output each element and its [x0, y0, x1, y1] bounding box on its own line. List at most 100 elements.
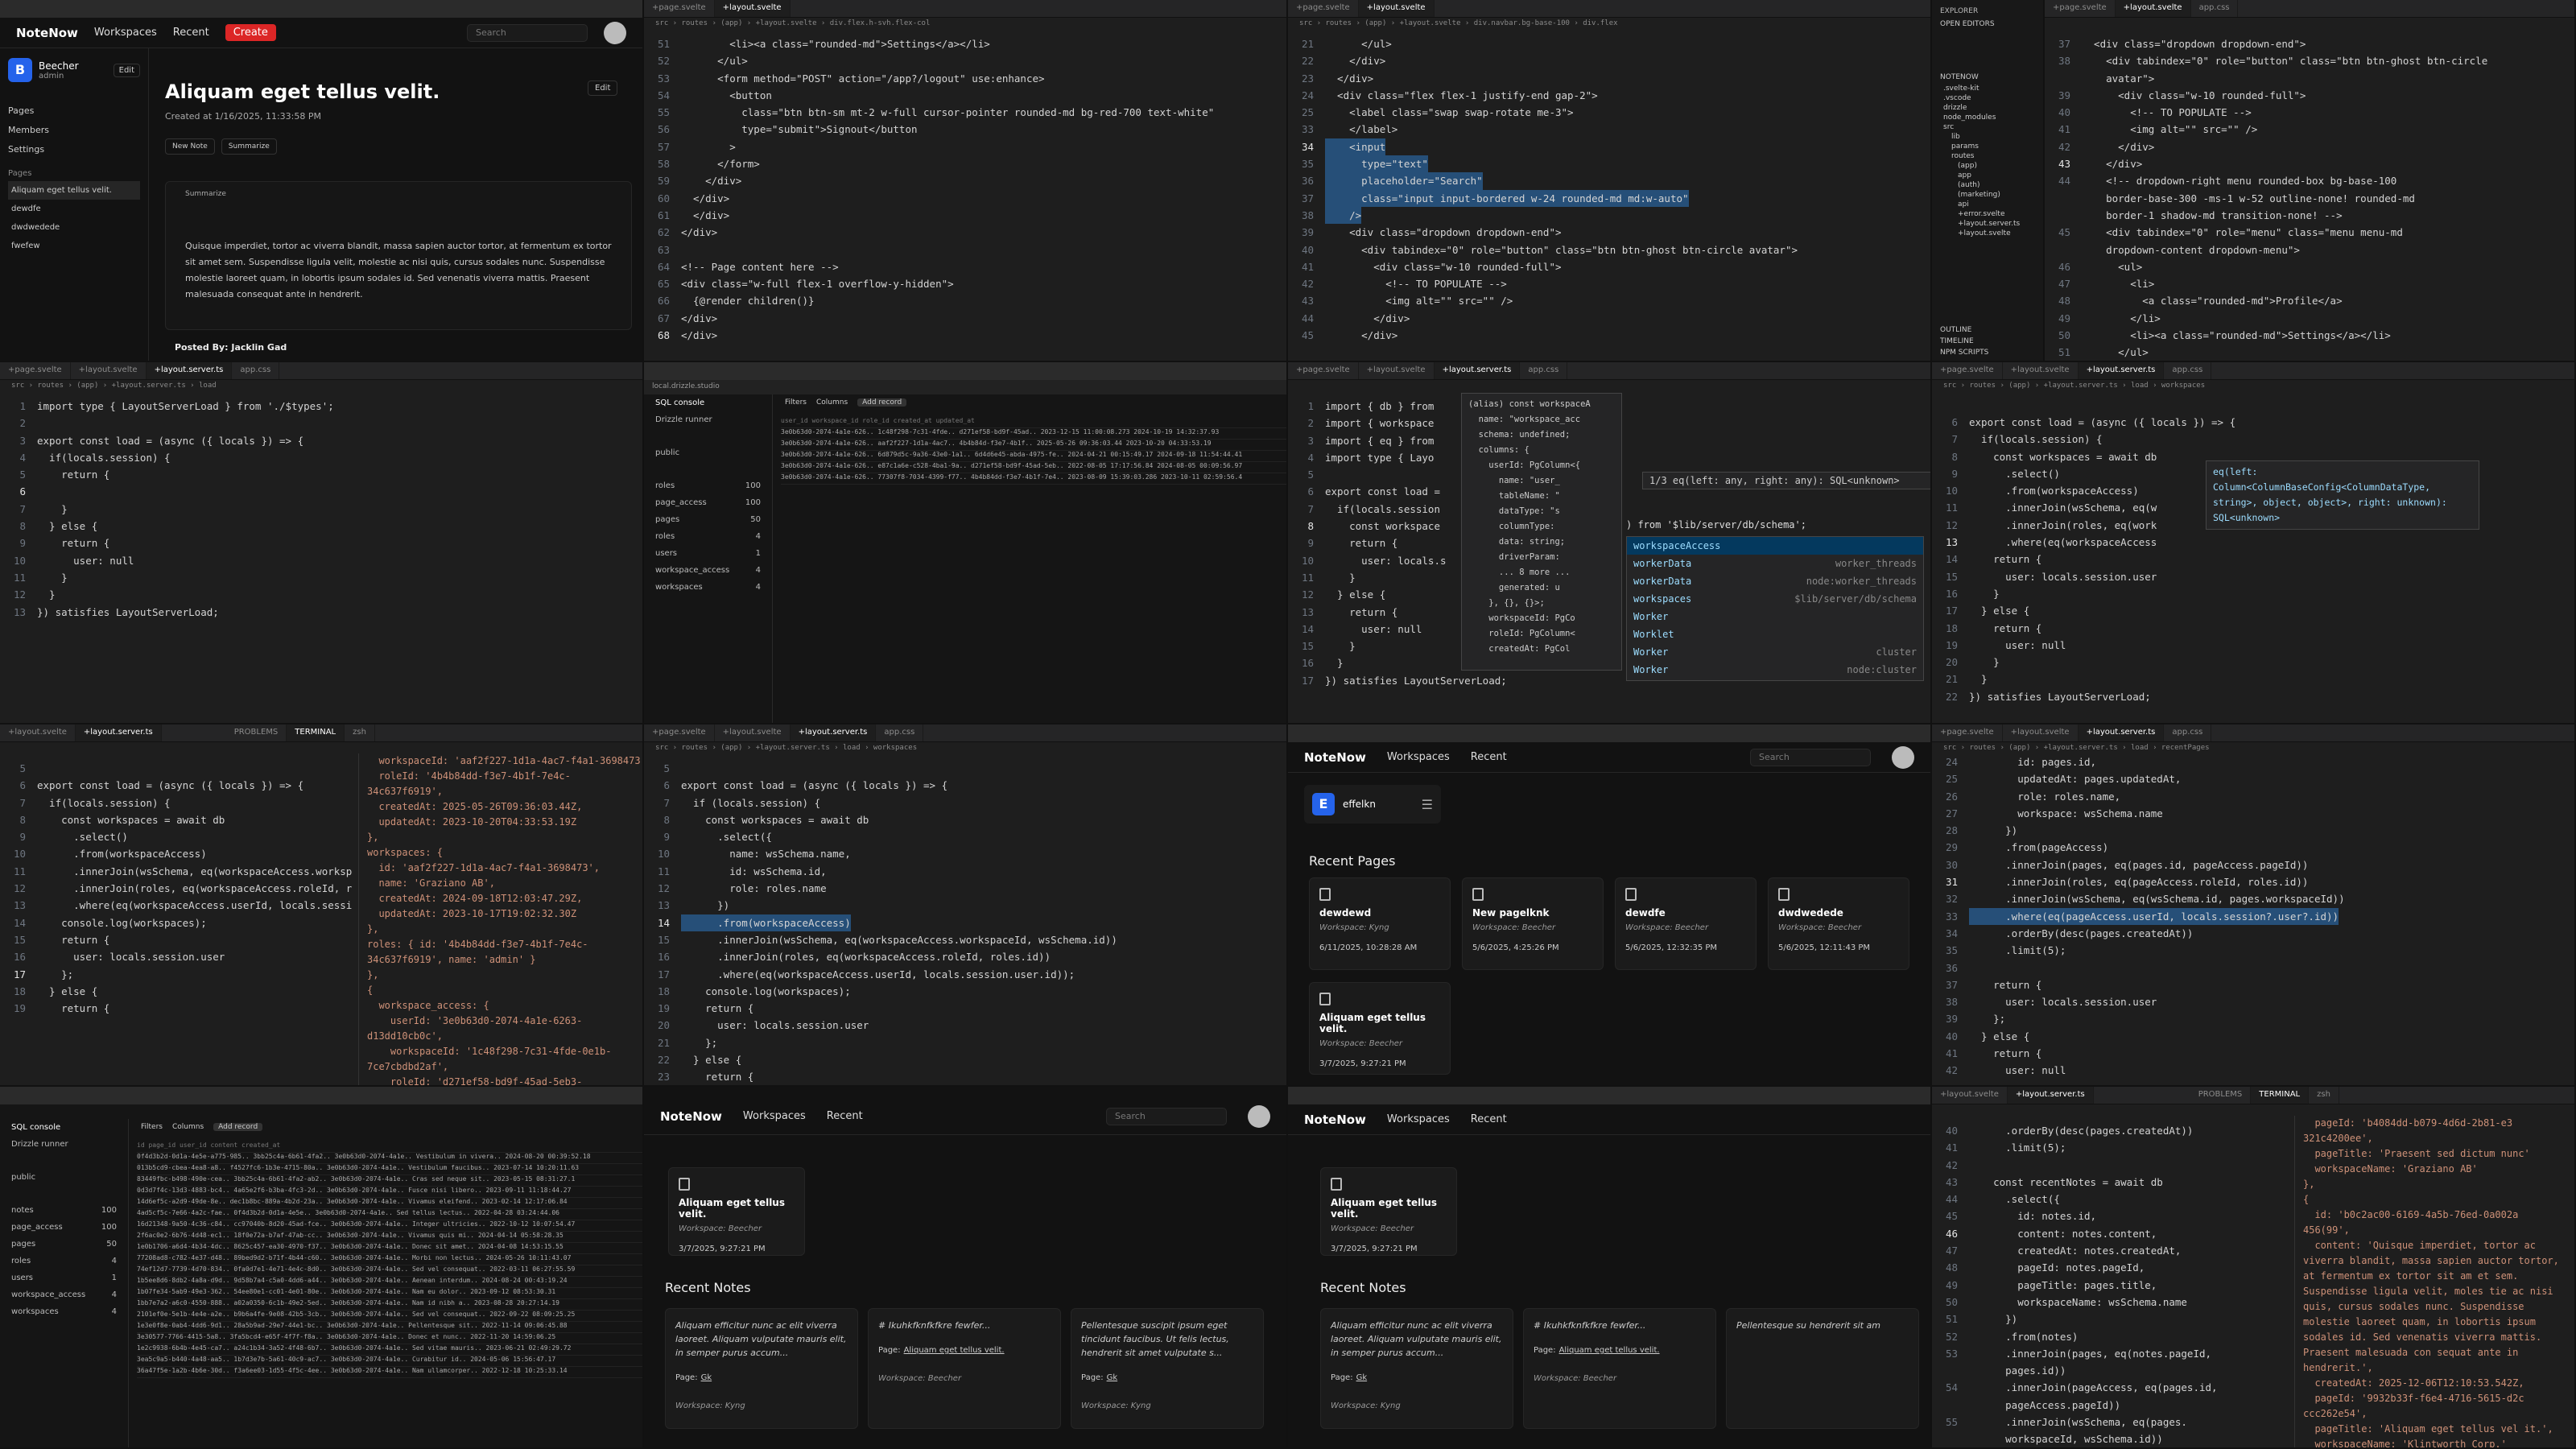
tab[interactable]: +layout.server.ts — [2078, 362, 2165, 379]
tree-item[interactable]: src — [1932, 122, 2043, 132]
table-row[interactable]: 0f4d3b2d-0d1a-4e5e-a775-985.. 3bb25c4a-6… — [137, 1153, 642, 1164]
table-row[interactable]: 36a47f5e-1a2b-4b6e-30d.. f3a6ee03-1d55-4… — [137, 1367, 642, 1378]
recent-menu[interactable]: Recent — [1471, 1113, 1507, 1125]
drizzle-runner-link[interactable]: Drizzle runner — [644, 411, 772, 428]
page-item[interactable]: Aliquam eget tellus velit. — [8, 181, 140, 200]
menu-icon[interactable]: ☰ — [1422, 797, 1433, 812]
workspaces-menu[interactable]: Workspaces — [94, 27, 157, 39]
create-button[interactable]: Create — [225, 24, 276, 41]
tab[interactable]: app.css — [1520, 362, 1568, 379]
edit-page-button[interactable]: Edit — [588, 80, 618, 96]
npm-scripts-section[interactable]: NPM SCRIPTS — [1932, 346, 1996, 359]
code-area[interactable]: 1 import type { LayoutServerLoad } from '… — [0, 398, 642, 723]
project-root[interactable]: NOTENOW — [1932, 71, 2043, 84]
workspaces-menu[interactable]: Workspaces — [743, 1110, 806, 1122]
sql-console-link[interactable]: SQL console — [644, 394, 772, 411]
address-bar[interactable]: local.drizzle.studio — [644, 380, 1286, 394]
tab[interactable]: +layout.server.ts — [75, 724, 162, 741]
tab[interactable]: +page.svelte — [644, 0, 715, 17]
schema-select[interactable]: public — [0, 1169, 128, 1186]
tree-item[interactable]: drizzle — [1932, 103, 2043, 113]
table-row[interactable]: 1e2c9938-6b4b-4e45-ca7.. a24c1b34-3a52-4… — [137, 1344, 642, 1356]
page-card[interactable]: Aliquam eget tellus velit. Workspace: Be… — [668, 1167, 805, 1256]
tab[interactable]: app.css — [232, 362, 280, 379]
schema-select[interactable]: public — [644, 444, 772, 461]
problems-tab[interactable]: PROBLEMS — [226, 724, 287, 741]
suggestion-item[interactable]: workspaces $lib/server/db/schema — [1627, 590, 1923, 608]
tab[interactable]: +layout.svelte — [2115, 0, 2191, 17]
table-row[interactable]: 3e30577-7766-4415-5a8.. 3fa5bcd4-e65f-4f… — [137, 1333, 642, 1344]
tab[interactable]: +page.svelte — [644, 724, 715, 741]
code-area[interactable]: 5 6 export const load = (async ({ locals }… — [0, 760, 353, 1085]
code-area[interactable]: 40 .orderBy(desc(pages.createdAt)) 41 .li… — [1932, 1122, 2285, 1447]
edit-workspace-button[interactable]: Edit — [113, 63, 140, 77]
terminal-output[interactable]: workspaceId: 'aaf2f227-1d1a-4ac7-f4a1-36… — [358, 753, 642, 1085]
table-item[interactable]: notes 100 — [0, 1202, 128, 1219]
search-input[interactable]: Search — [467, 23, 588, 42]
note-page-link[interactable]: Aliquam eget tellus velit. — [904, 1346, 1005, 1355]
app-logo[interactable]: NoteNow — [1304, 750, 1366, 765]
table-item[interactable]: workspace_access 4 — [644, 562, 772, 579]
table-row[interactable]: 1b07fe34-5ab9-49e3-362.. 54ee80e1-cc01-4… — [137, 1288, 642, 1299]
page-card[interactable]: Aliquam eget tellus velit. Workspace: Be… — [1320, 1167, 1457, 1256]
tab[interactable]: +layout.svelte — [2003, 724, 2079, 741]
tree-item[interactable]: node_modules — [1932, 113, 2043, 122]
table-row[interactable]: 14d6ef5c-a2d9-49de-8e.. dec1b8bc-889a-4b… — [137, 1198, 642, 1209]
table-item[interactable]: roles 100 — [644, 477, 772, 494]
add-record-button[interactable]: Add record — [857, 398, 907, 407]
tab[interactable]: +page.svelte — [1932, 362, 2003, 379]
table-row[interactable]: 3ea5c9a5-b440-4a48-aa5.. 1b7d3e7b-5a61-4… — [137, 1356, 642, 1367]
app-logo[interactable]: NoteNow — [660, 1109, 722, 1124]
suggestion-item[interactable]: Worker cluster — [1627, 643, 1923, 661]
tab[interactable]: +layout.svelte — [2003, 362, 2079, 379]
tree-item[interactable]: lib — [1932, 132, 2043, 142]
table-row[interactable]: 013b5cd9-cbea-4ea8-a8.. f4527fc6-1b3e-47… — [137, 1164, 642, 1175]
tree-item[interactable]: (auth) — [1932, 180, 2043, 190]
app-logo[interactable]: NoteNow — [16, 26, 78, 40]
tab[interactable]: +page.svelte — [1288, 362, 1359, 379]
drizzle-runner-link[interactable]: Drizzle runner — [0, 1136, 128, 1153]
recent-menu[interactable]: Recent — [1471, 751, 1507, 763]
tab[interactable]: +layout.server.ts — [146, 362, 233, 379]
sidebar-item-members[interactable]: Members — [8, 121, 140, 140]
note-card[interactable]: Pellentesque su hendrerit sit am — [1726, 1308, 1919, 1429]
search-input[interactable]: Search — [1106, 1107, 1227, 1125]
table-row[interactable]: 3e0b63d0-2074-4a1e-626.. aaf2f227-1d1a-4… — [781, 440, 1286, 451]
tree-item[interactable]: (marketing) — [1932, 190, 2043, 200]
table-item[interactable]: page_access 100 — [0, 1219, 128, 1236]
table-row[interactable]: 1e3e0f8e-0ab4-4dd6-9d1.. 28a5b9ad-29e7-4… — [137, 1322, 642, 1333]
autocomplete-list[interactable]: workspaceAccess workerData worker_threads w… — [1626, 536, 1924, 681]
table-item[interactable]: users 1 — [644, 545, 772, 562]
new-note-button[interactable]: New Note — [165, 138, 215, 155]
table-row[interactable]: 16d21348-9a50-4c36-c84.. cc97040b-8d20-4… — [137, 1220, 642, 1232]
sql-console-link[interactable]: SQL console — [0, 1119, 128, 1136]
table-row[interactable]: 1b5ee8d6-8db2-4a8a-d9d.. 9d58b7a4-c5a0-4… — [137, 1277, 642, 1288]
tab[interactable]: +page.svelte — [0, 362, 71, 379]
tab[interactable]: app.css — [876, 724, 924, 741]
table-row[interactable]: 3e0b63d0-2074-4a1e-626.. 77307f8-7034-43… — [781, 473, 1286, 485]
table-row[interactable]: 1bb7e7a2-a6c0-4550-888.. a02a0350-6c1b-4… — [137, 1299, 642, 1311]
columns-button[interactable]: Columns — [816, 398, 848, 407]
table-row[interactable]: 2101ef0e-5e1b-4e4e-a2e.. b9b6a4fe-9e08-4… — [137, 1311, 642, 1322]
tree-item[interactable]: params — [1932, 142, 2043, 151]
page-card[interactable]: dewdfe Workspace: Beecher 5/6/2025, 12:32:… — [1615, 877, 1757, 970]
workspaces-menu[interactable]: Workspaces — [1387, 751, 1450, 763]
tab[interactable]: app.css — [2164, 724, 2212, 741]
tab[interactable]: +layout.server.ts — [2078, 724, 2165, 741]
tree-item[interactable]: routes — [1932, 151, 2043, 161]
table-row[interactable]: 3e0b63d0-2074-4a1e-626.. 6d879d5c-9a36-4… — [781, 451, 1286, 462]
terminal-output[interactable]: pageId: 'b4084dd-b079-4d6d-2b81-e3 321c42… — [2294, 1116, 2574, 1447]
tab[interactable]: +layout.svelte — [0, 724, 76, 741]
tab[interactable]: +layout.svelte — [1358, 0, 1435, 17]
tab[interactable]: +layout.svelte — [71, 362, 147, 379]
tree-item[interactable]: api — [1932, 200, 2043, 209]
code-area[interactable]: 37 <div class="dropdown dropdown-end"> 38… — [2045, 35, 2574, 361]
table-item[interactable]: roles 4 — [0, 1253, 128, 1269]
page-card[interactable]: Aliquam eget tellus velit. Workspace: Bee… — [1309, 982, 1451, 1075]
code-area[interactable]: 5 6 export const load = (async ({ locals }… — [644, 760, 1286, 1085]
note-page-link[interactable]: Gk — [1107, 1373, 1118, 1382]
page-card[interactable]: New pagelknk Workspace: Beecher 5/6/2025, … — [1462, 877, 1604, 970]
tab[interactable]: +layout.server.ts — [790, 724, 877, 741]
workspace-switcher[interactable]: E effelkn ☰ — [1304, 785, 1441, 824]
note-page-link[interactable]: Gk — [1356, 1373, 1368, 1382]
